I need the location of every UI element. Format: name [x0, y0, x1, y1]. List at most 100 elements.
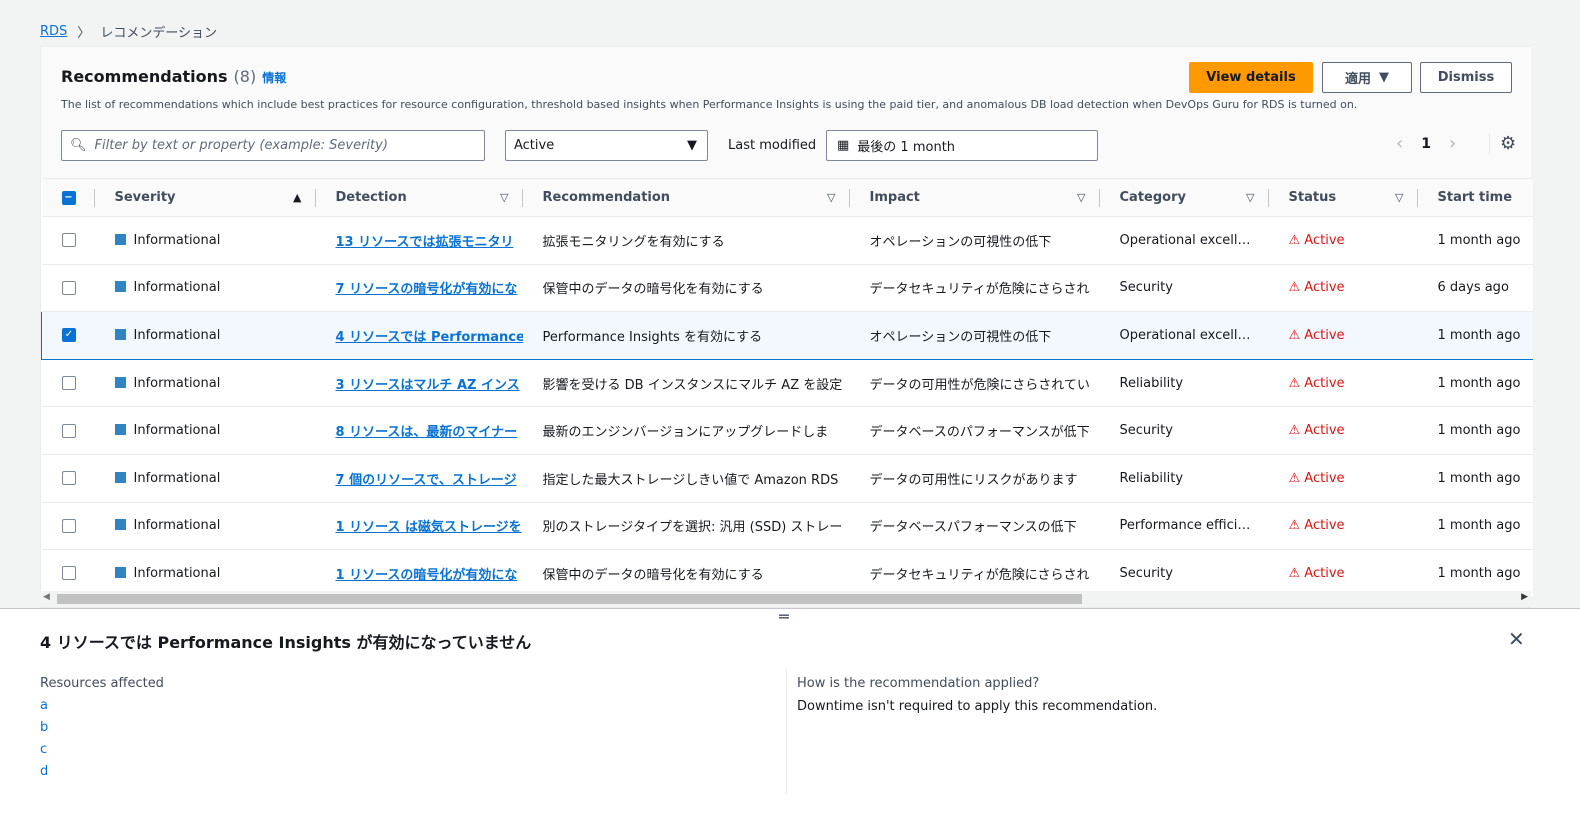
info-link[interactable]: 情報: [262, 69, 286, 86]
row-checkbox[interactable]: [41, 264, 95, 313]
col-label: Status: [1288, 190, 1337, 205]
status-select[interactable]: Active ▼: [505, 130, 708, 161]
row-checkbox[interactable]: [41, 216, 95, 265]
date-range-picker[interactable]: ▦ 最後の 1 month: [826, 130, 1098, 161]
col-label: Start time: [1437, 190, 1513, 205]
status-text: Active: [1304, 518, 1345, 534]
detection-link[interactable]: 1 リソースの暗号化が有効にな: [336, 568, 518, 583]
sort-icon: ▽: [500, 191, 509, 204]
checkbox-icon: [61, 423, 76, 438]
status-text: Active: [1304, 232, 1345, 248]
resource-link[interactable]: d: [40, 761, 164, 783]
resource-link[interactable]: c: [40, 739, 164, 761]
warning-icon: ⚠: [1288, 423, 1301, 439]
resource-link[interactable]: b: [40, 717, 164, 739]
table-row[interactable]: ✓ Informational 4 リソースでは Performance I P…: [41, 311, 1533, 360]
start-time-cell: 1 month ago: [1417, 454, 1533, 503]
detection-link[interactable]: 8 リソースは、最新のマイナー: [336, 425, 518, 440]
scrollbar-thumb[interactable]: [57, 594, 1082, 604]
status-cell: ⚠ Active: [1268, 216, 1418, 265]
search-input[interactable]: 🔍︎ Filter by text or property (example: S…: [61, 130, 485, 161]
severity-cell: Informational: [94, 359, 316, 408]
table-row[interactable]: Informational 7 リソースの暗号化が有効にな 保管中のデータの暗号…: [41, 264, 1533, 313]
row-checkbox[interactable]: [41, 406, 95, 455]
severity-square-icon: [114, 519, 126, 531]
row-checkbox[interactable]: [41, 454, 95, 503]
column-status[interactable]: Status ▽: [1268, 178, 1418, 217]
severity-square-icon: [114, 233, 126, 245]
warning-icon: ⚠: [1288, 232, 1301, 248]
close-icon[interactable]: ✕: [1508, 627, 1525, 651]
status-cell: ⚠ Active: [1268, 406, 1418, 455]
resize-handle-icon[interactable]: ═: [779, 607, 789, 626]
warning-icon: ⚠: [1288, 470, 1301, 486]
row-checkbox[interactable]: [41, 359, 95, 408]
apply-dropdown-button[interactable]: 適用 ▼: [1322, 62, 1412, 93]
next-page-icon[interactable]: ›: [1449, 133, 1456, 154]
detection-link[interactable]: 7 個のリソースで、ストレージ: [336, 473, 517, 488]
search-icon: 🔍︎: [70, 138, 87, 153]
detection-link[interactable]: 13 リソースでは拡張モニタリ: [336, 235, 514, 250]
indeterminate-checkbox-icon: −: [61, 190, 76, 205]
checkbox-icon: [61, 471, 76, 486]
detection-cell: 13 リソースでは拡張モニタリ: [315, 216, 523, 265]
severity-square-icon: [114, 471, 126, 483]
column-category[interactable]: Category ▽: [1099, 178, 1269, 217]
prev-page-icon[interactable]: ‹: [1396, 133, 1403, 154]
checkbox-icon: [61, 566, 76, 581]
table-row[interactable]: Informational 3 リソースはマルチ AZ インス 影響を受ける D…: [41, 359, 1533, 408]
column-severity[interactable]: Severity ▲: [94, 178, 316, 217]
detection-cell: 7 個のリソースで、ストレージ: [315, 454, 523, 503]
col-label: Recommendation: [542, 190, 671, 205]
category-cell: Operational excell…: [1099, 216, 1269, 265]
sort-ascending-icon: ▲: [293, 191, 302, 204]
recommendation-cell: 最新のエンジンバージョンにアップグレードしま: [522, 406, 850, 455]
category-cell: Performance effici…: [1099, 502, 1269, 551]
severity-cell: Informational: [94, 502, 316, 551]
column-detection[interactable]: Detection ▽: [315, 178, 523, 217]
dismiss-button[interactable]: Dismiss: [1420, 62, 1512, 93]
column-start-time[interactable]: Start time: [1417, 178, 1533, 217]
view-details-button[interactable]: View details: [1189, 62, 1313, 93]
impact-cell: オペレーションの可視性の低下: [849, 311, 1100, 360]
select-all-checkbox[interactable]: −: [41, 178, 95, 217]
gear-icon[interactable]: ⚙: [1489, 133, 1516, 154]
recommendation-cell: Performance Insights を有効にする: [522, 311, 850, 360]
chevron-right-icon: 〉: [77, 26, 91, 41]
start-time-cell: 1 month ago: [1417, 359, 1533, 408]
status-cell: ⚠ Active: [1268, 502, 1418, 551]
horizontal-scrollbar[interactable]: ◀ ▶: [40, 591, 1531, 607]
detection-link[interactable]: 4 リソースでは Performance I: [336, 330, 523, 345]
severity-cell: Informational: [94, 454, 316, 503]
detection-link[interactable]: 1 リソース は磁気ストレージを: [336, 520, 522, 535]
severity-cell: Informational: [94, 406, 316, 455]
column-impact[interactable]: Impact ▽: [849, 178, 1100, 217]
sort-icon: ▽: [1395, 191, 1404, 204]
detection-link[interactable]: 3 リソースはマルチ AZ インス: [336, 378, 520, 393]
table-row[interactable]: Informational 1 リソース は磁気ストレージを 別のストレージタイ…: [41, 502, 1533, 551]
detection-link[interactable]: 7 リソースの暗号化が有効にな: [336, 282, 518, 297]
table-row[interactable]: Informational 7 個のリソースで、ストレージ 指定した最大ストレー…: [41, 454, 1533, 503]
row-checkbox[interactable]: [41, 502, 95, 551]
checkbox-icon: [61, 280, 76, 295]
date-value: 最後の 1 month: [857, 140, 956, 155]
table-row[interactable]: Informational 8 リソースは、最新のマイナー 最新のエンジンバージ…: [41, 406, 1533, 455]
table-row[interactable]: Informational 13 リソースでは拡張モニタリ 拡張モニタリングを有…: [41, 216, 1533, 265]
severity: Informational: [133, 423, 221, 439]
category-cell: Reliability: [1099, 359, 1269, 408]
last-modified-label: Last modified: [728, 138, 817, 153]
resource-link[interactable]: a: [40, 695, 164, 717]
page-number[interactable]: 1: [1421, 136, 1431, 152]
sort-icon: ▽: [1246, 191, 1255, 204]
checkbox-icon: [61, 518, 76, 533]
start-time-cell: 1 month ago: [1417, 311, 1533, 360]
warning-icon: ⚠: [1288, 565, 1301, 581]
start-time-cell: 1 month ago: [1417, 502, 1533, 551]
category-cell: Reliability: [1099, 454, 1269, 503]
breadcrumb-rds[interactable]: RDS: [40, 24, 67, 39]
status-cell: ⚠ Active: [1268, 454, 1418, 503]
column-recommendation[interactable]: Recommendation ▽: [522, 178, 850, 217]
row-checkbox[interactable]: ✓: [41, 311, 95, 360]
sort-icon: ▽: [1077, 191, 1086, 204]
status-text: Active: [1304, 470, 1345, 486]
